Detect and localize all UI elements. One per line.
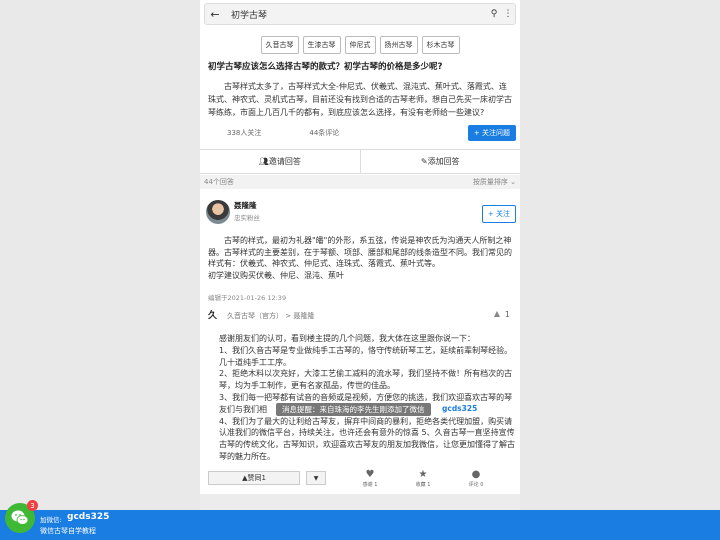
invite-answer-label: 邀请回答 <box>268 157 301 166</box>
reply-paragraph: 感谢朋友们的认可，看到楼主提的几个问题，我大体在这里跟你说一下： <box>219 334 475 343</box>
more-vertical-icon[interactable]: ⋮ <box>501 4 515 24</box>
sort-label: 按质量排序 <box>472 178 508 186</box>
answer-paragraph: 古琴的样式，最初为礼器"皤"的外形，系五弦，传说是神农氏为沟通天人所制之神器。古… <box>208 236 512 268</box>
reply-paragraph: 2、拒绝木料以次充好，大漆工艺偷工减料的流水琴，我们坚持不做！所有档次的古琴，均… <box>219 369 513 391</box>
follow-user-button[interactable]: + 关注 <box>481 205 516 223</box>
reply-author[interactable]: 久音古琴（官方） > 聂隆隆 <box>227 311 314 321</box>
thanks-label: 感谢 1 <box>362 482 378 488</box>
downvote-button[interactable]: ▼ <box>306 471 326 485</box>
question-body: 古琴样式太多了，古琴样式大全-仲尼式、伏羲式、混沌式、蕉叶式、落霞式、连珠式、神… <box>208 82 512 117</box>
section-divider <box>200 494 520 510</box>
collect-button[interactable]: ★ 收藏 1 <box>405 469 441 488</box>
answer-author-badge: 忠实粉丝 <box>234 214 260 222</box>
answer-paragraph: 初学建议购买伏羲、仲尼、混沌、蕉叶 <box>208 270 344 280</box>
add-answer-button[interactable]: ✎ 添加回答 <box>359 150 521 173</box>
comment-button[interactable]: ● 评论 0 <box>458 469 494 488</box>
comment-label: 评论 0 <box>468 482 484 488</box>
search-input[interactable]: 初学古琴 <box>231 8 487 21</box>
tag-list: 久音古琴 生漆古琴 仲尼式 扬州古琴 杉木古琴 <box>200 36 520 54</box>
mobile-page: ← 初学古琴 ⚲ ⋮ 久音古琴 生漆古琴 仲尼式 扬州古琴 杉木古琴 初学古琴应… <box>200 0 520 540</box>
tag-item[interactable]: 生漆古琴 <box>302 36 341 54</box>
answers-count-bar: 44个回答 按质量排序 ⌄ <box>200 175 520 189</box>
add-answer-label: 添加回答 <box>427 157 460 166</box>
avatar[interactable] <box>206 200 230 224</box>
caret-down-icon: ▼ <box>313 474 319 482</box>
upvote-label: 赞同1 <box>247 474 266 482</box>
question-title: 初学古琴应该怎么选择古琴的款式？初学古琴的价格是多少呢? <box>208 62 443 72</box>
search-bar[interactable]: ← 初学古琴 ⚲ ⋮ <box>204 3 516 25</box>
like-count: 1 <box>504 310 510 319</box>
answer-author-name[interactable]: 聂隆隆 <box>234 200 257 211</box>
question-stats: 338人关注 44条评论 <box>227 128 339 138</box>
chevron-down-icon: ⌄ <box>510 178 516 186</box>
reply-body: 感谢朋友们的认可，看到楼主提的几个问题，我大体在这里跟你说一下： 1、我们久音古… <box>219 333 515 463</box>
answers-count: 44个回答 <box>204 178 234 186</box>
message-toast: 消息提醒：来自珠海的李先生刚添加了微信 <box>276 403 431 416</box>
wechat-subtitle: 微信古琴自学教程 <box>40 527 96 535</box>
reply-paragraph: 4、我们为了最大的让利给古琴友，摒弃中间商的暴利，拒绝各类代理加盟，购买请认准我… <box>219 416 515 461</box>
tag-item[interactable]: 久音古琴 <box>260 36 299 54</box>
star-icon: ★ <box>418 469 428 480</box>
toast-wechat-id: gcds325 <box>442 404 478 413</box>
edit-icon: ✎ <box>420 157 428 166</box>
share-icon[interactable]: ⚲ <box>487 4 501 24</box>
tag-item[interactable]: 仲尼式 <box>344 36 376 54</box>
notification-badge: 3 <box>27 500 38 511</box>
tag-item[interactable]: 扬州古琴 <box>379 36 418 54</box>
thanks-button[interactable]: ♥ 感谢 1 <box>352 469 388 488</box>
follow-question-button[interactable]: + 关注问题 <box>467 125 516 141</box>
invite-answer-button[interactable]: 👥︎ 邀请回答 <box>200 150 360 173</box>
edited-timestamp: 编辑于2021-01-26 12:39 <box>208 294 287 302</box>
tag-item[interactable]: 杉木古琴 <box>421 36 460 54</box>
collect-label: 收藏 1 <box>415 482 431 488</box>
heart-icon: ♥ <box>365 469 375 480</box>
wechat-logo-shape <box>11 510 29 525</box>
comment-icon: ● <box>471 469 481 480</box>
comments-count[interactable]: 44条评论 <box>309 128 339 138</box>
followers-count: 338人关注 <box>227 129 262 137</box>
back-arrow-icon[interactable]: ← <box>205 4 225 24</box>
wechat-id[interactable]: gcds325 <box>67 512 109 522</box>
add-user-icon: 👥︎ <box>258 157 269 166</box>
upvote-button[interactable]: ▲ 赞同1 <box>208 471 300 485</box>
reply-paragraph: 1、我们久音古琴是专业做纯手工古琴的，恪守传统斫琴工艺，延续前辈制琴经验。几十道… <box>219 345 513 367</box>
wechat-label: 加微信: <box>40 516 62 524</box>
answer-actions: 👥︎ 邀请回答 ✎ 添加回答 <box>200 149 520 174</box>
thumbs-up-icon[interactable]: ▲ <box>494 309 500 318</box>
sort-dropdown[interactable]: 按质量排序 ⌄ <box>473 177 516 187</box>
answer-body: 古琴的样式，最初为礼器"皤"的外形，系五弦，传说是神农氏为沟通天人所制之神器。古… <box>208 235 514 281</box>
brand-logo: 久 <box>208 311 218 321</box>
